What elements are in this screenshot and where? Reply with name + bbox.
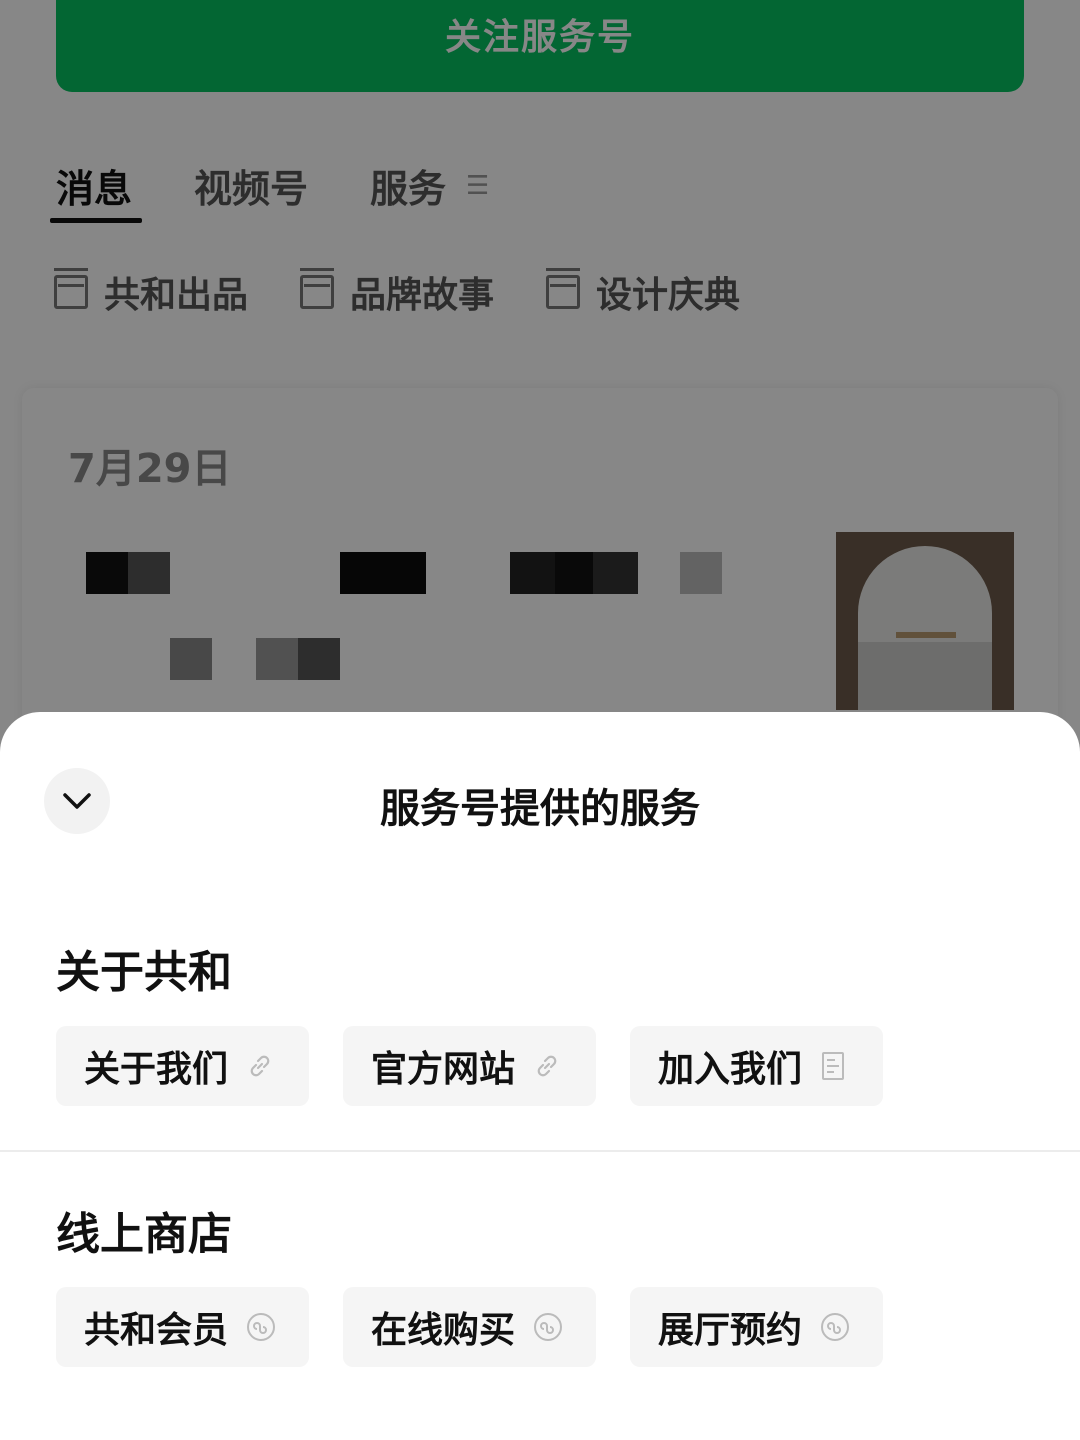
mini-program-icon [246, 1312, 276, 1342]
service-label: 在线购买 [371, 1310, 516, 1351]
section-title: 关于共和 [56, 947, 232, 998]
service-label: 加入我们 [658, 1049, 803, 1090]
mini-program-icon [820, 1312, 850, 1342]
link-icon [246, 1052, 274, 1080]
service-row: 共和会员 在线购买 展厅预约 [56, 1287, 883, 1367]
section-divider [0, 1150, 1080, 1152]
service-showroom-booking[interactable]: 展厅预约 [630, 1287, 883, 1367]
service-label: 共和会员 [84, 1310, 229, 1351]
service-about-us[interactable]: 关于我们 [56, 1026, 309, 1106]
service-label: 官方网站 [371, 1049, 516, 1090]
service-membership[interactable]: 共和会员 [56, 1287, 309, 1367]
document-icon [820, 1051, 846, 1081]
section-title: 线上商店 [56, 1209, 232, 1260]
services-sheet: 服务号提供的服务 关于共和 关于我们 官方网站 加入我们 线上商店 共和会员 在… [0, 712, 1080, 1440]
service-join-us[interactable]: 加入我们 [630, 1026, 883, 1106]
service-official-site[interactable]: 官方网站 [343, 1026, 596, 1106]
mini-program-icon [533, 1312, 563, 1342]
link-icon [533, 1052, 561, 1080]
service-label: 展厅预约 [658, 1310, 803, 1351]
service-label: 关于我们 [84, 1049, 229, 1090]
service-row: 关于我们 官方网站 加入我们 [56, 1026, 883, 1106]
service-online-purchase[interactable]: 在线购买 [343, 1287, 596, 1367]
sheet-title: 服务号提供的服务 [380, 786, 700, 832]
